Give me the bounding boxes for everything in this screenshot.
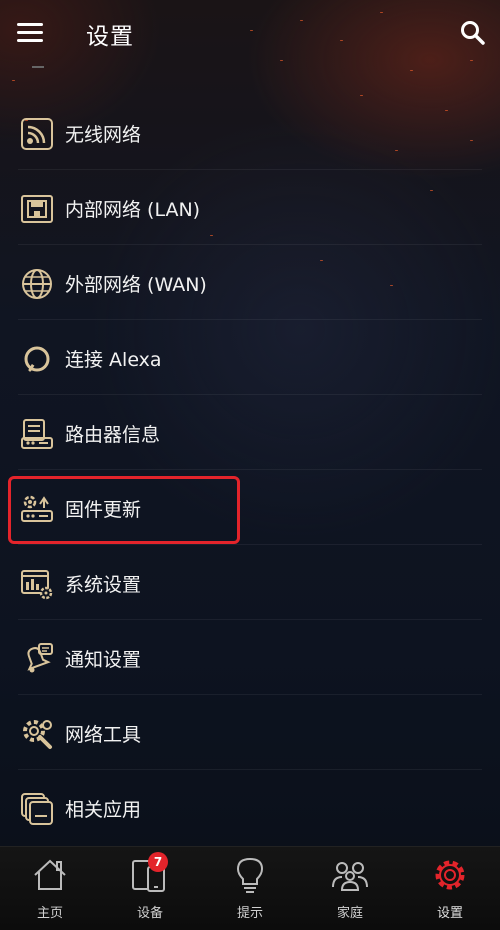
lightbulb-icon: [236, 857, 264, 893]
search-button[interactable]: [458, 18, 488, 48]
family-icon: [332, 862, 368, 891]
bottom-nav: 主页 7 设备 提示 家庭 设置: [0, 846, 500, 930]
settings-item-label: 无线网络: [65, 124, 142, 146]
settings-item-label: 内部网络 (LAN): [65, 199, 201, 221]
nav-label: 家庭: [336, 906, 363, 921]
nav-settings[interactable]: 设置: [400, 847, 500, 930]
router-info-icon: [21, 419, 53, 449]
settings-item-wan[interactable]: 外部网络 (WAN): [0, 245, 500, 320]
devices-badge: 7: [148, 852, 168, 872]
nav-devices[interactable]: 7 设备: [100, 847, 200, 930]
network-tools-icon: [23, 720, 52, 749]
settings-list: 无线网络 内部网络 (LAN) 外部网络 (WAN) 连接 Alexa 路由器信…: [0, 95, 500, 845]
settings-item-label: 系统设置: [65, 574, 142, 596]
related-apps-icon: [21, 793, 53, 825]
highlight-box: [8, 476, 240, 544]
page-title: 设置: [86, 24, 134, 50]
home-icon: [34, 859, 66, 890]
settings-item-label: 连接 Alexa: [65, 349, 162, 371]
settings-item-system[interactable]: 系统设置: [0, 545, 500, 620]
notification-icon: [27, 643, 53, 673]
settings-item-notification[interactable]: 通知设置: [0, 620, 500, 695]
nav-tips[interactable]: 提示: [200, 847, 300, 930]
settings-item-related-apps[interactable]: 相关应用: [0, 770, 500, 845]
settings-item-alexa[interactable]: 连接 Alexa: [0, 320, 500, 395]
alexa-icon: [24, 346, 50, 372]
settings-item-label: 通知设置: [65, 649, 142, 671]
search-icon: [461, 21, 485, 45]
header-divider: [32, 66, 44, 68]
settings-item-label: 路由器信息: [65, 424, 161, 446]
nav-home[interactable]: 主页: [0, 847, 100, 930]
settings-item-router-info[interactable]: 路由器信息: [0, 395, 500, 470]
hamburger-menu-button[interactable]: [17, 20, 45, 44]
globe-icon: [22, 269, 52, 299]
settings-item-label: 相关应用: [65, 799, 142, 821]
settings-item-label: 网络工具: [65, 724, 142, 746]
nav-family[interactable]: 家庭: [300, 847, 400, 930]
nav-label: 设备: [136, 906, 163, 921]
system-settings-icon: [21, 570, 53, 600]
nav-label: 主页: [36, 906, 63, 921]
settings-item-lan[interactable]: 内部网络 (LAN): [0, 170, 500, 245]
gear-icon: [435, 860, 465, 890]
lan-port-icon: [21, 195, 53, 223]
nav-label: 提示: [236, 906, 263, 921]
wifi-icon: [21, 118, 53, 150]
settings-item-label: 外部网络 (WAN): [65, 274, 207, 296]
settings-item-wireless[interactable]: 无线网络: [0, 95, 500, 170]
nav-label: 设置: [436, 906, 463, 921]
settings-item-network-tools[interactable]: 网络工具: [0, 695, 500, 770]
app-header: 设置: [0, 0, 500, 68]
